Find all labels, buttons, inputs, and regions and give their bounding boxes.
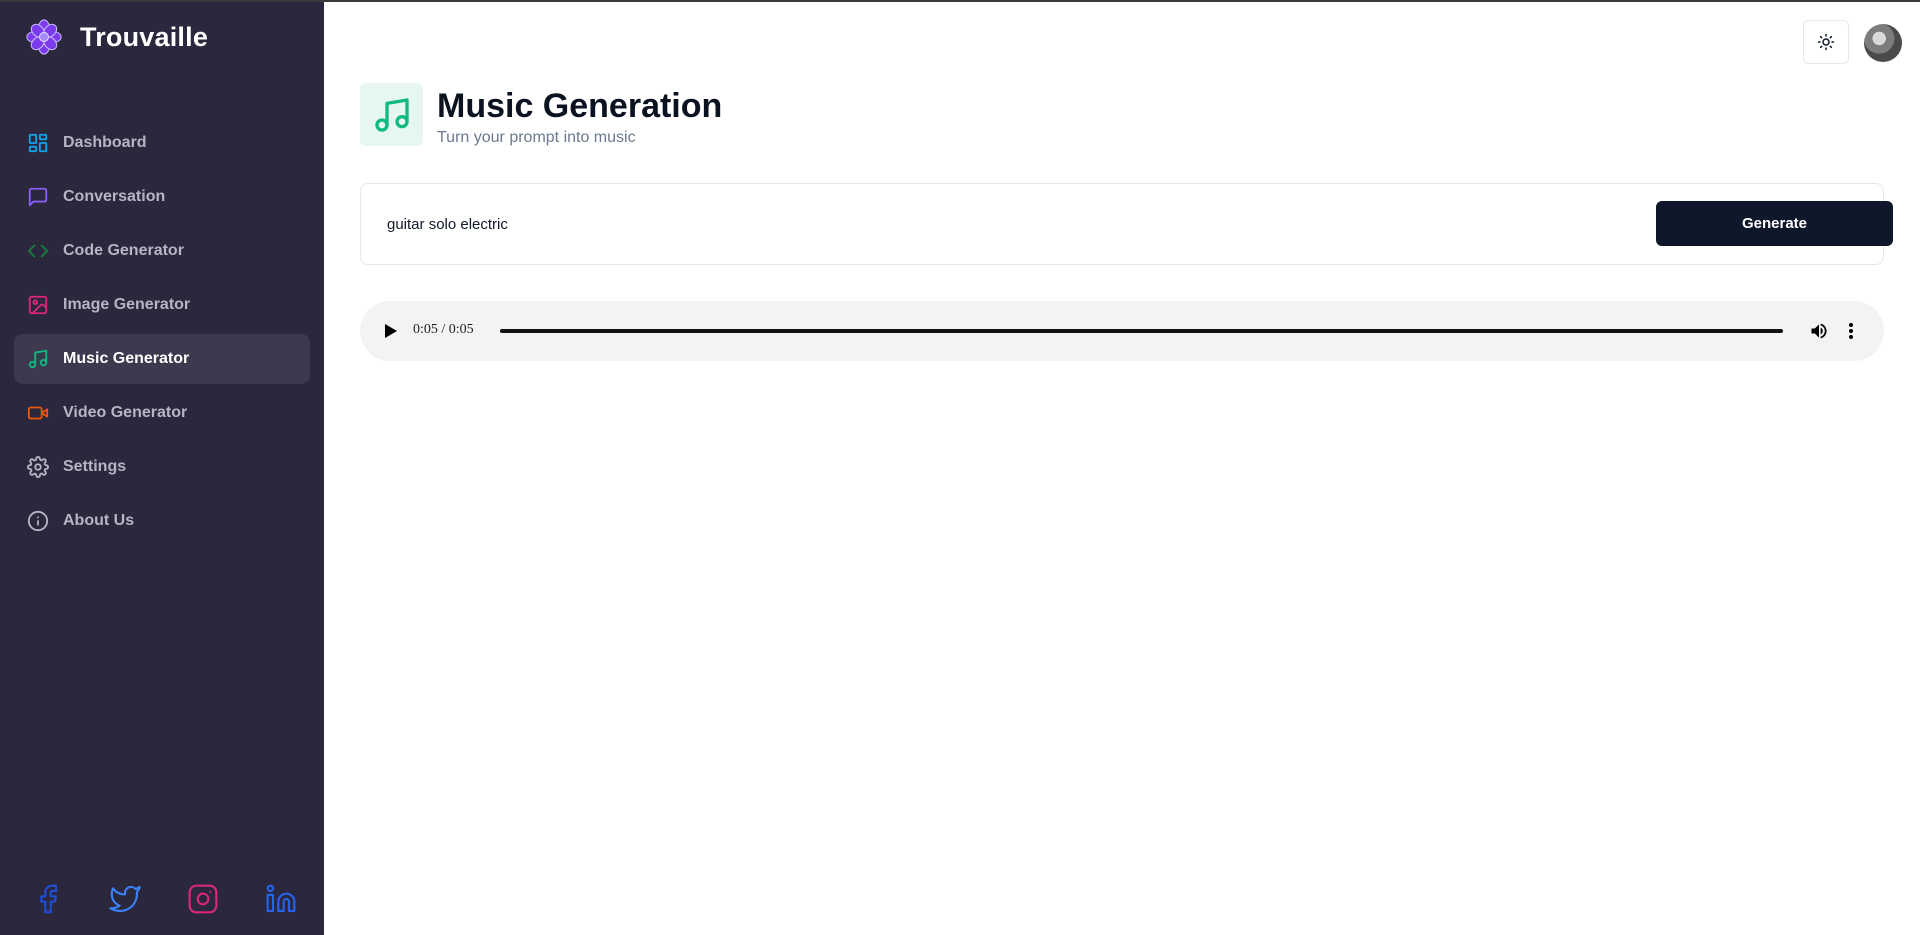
page-subtitle: Turn your prompt into music (437, 129, 636, 146)
twitter-icon[interactable] (108, 882, 142, 916)
audio-player: 0:05 / 0:05 (360, 301, 1884, 361)
theme-toggle-button[interactable] (1803, 20, 1849, 64)
volume-icon (1811, 323, 1827, 339)
time-separator: / (441, 322, 446, 337)
sidebar-nav: Dashboard Conversation Code Generator Im… (14, 118, 310, 550)
time-display: 0:05 / 0:05 (413, 322, 474, 338)
info-icon (27, 510, 49, 532)
sidebar-item-label: Code Generator (63, 242, 184, 259)
main-content: Music Generation Turn your prompt into m… (324, 0, 1920, 935)
video-icon (27, 402, 49, 424)
prompt-input[interactable] (387, 206, 1587, 242)
sidebar-item-music-generator[interactable]: Music Generator (14, 334, 310, 384)
linkedin-icon[interactable] (264, 882, 298, 916)
more-vertical-icon (1849, 323, 1853, 339)
dashboard-icon (27, 132, 49, 154)
social-links (0, 876, 324, 924)
page-heading: Music Generation Turn your prompt into m… (360, 83, 722, 147)
sidebar-item-label: About Us (63, 512, 135, 529)
sidebar-item-settings[interactable]: Settings (14, 442, 310, 492)
window-top-border (0, 0, 1920, 2)
sidebar: Trouvaille Dashboard Conversation Code G… (0, 0, 324, 935)
audio-progress-fill (500, 329, 1783, 333)
volume-button[interactable] (1807, 319, 1831, 343)
prompt-form: Generate (360, 183, 1893, 265)
gear-icon (27, 456, 49, 478)
image-icon (27, 294, 49, 316)
facebook-icon[interactable] (31, 882, 65, 916)
sidebar-item-label: Dashboard (63, 134, 147, 151)
brand-name: Trouvaille (80, 21, 209, 52)
sidebar-item-video-generator[interactable]: Video Generator (14, 388, 310, 438)
sidebar-item-label: Image Generator (63, 296, 191, 313)
brand[interactable]: Trouvaille (26, 18, 208, 56)
generate-button[interactable]: Generate (1656, 201, 1893, 246)
sidebar-item-conversation[interactable]: Conversation (14, 172, 310, 222)
music-icon (27, 348, 49, 370)
play-button[interactable] (380, 320, 402, 342)
music-icon (374, 97, 409, 132)
message-square-icon (27, 186, 49, 208)
user-avatar[interactable] (1864, 24, 1902, 62)
page-title: Music Generation (437, 87, 723, 125)
code-icon (27, 240, 49, 262)
play-icon (385, 324, 397, 338)
audio-progress-bar[interactable] (500, 329, 1783, 333)
brand-logo-icon (26, 19, 62, 55)
sidebar-item-dashboard[interactable]: Dashboard (14, 118, 310, 168)
more-options-button[interactable] (1844, 319, 1858, 343)
duration: 0:05 (448, 322, 474, 337)
sidebar-item-label: Conversation (63, 188, 166, 205)
sidebar-item-label: Video Generator (63, 404, 188, 421)
instagram-icon[interactable] (186, 882, 220, 916)
sidebar-item-label: Music Generator (63, 350, 190, 367)
sidebar-item-image-generator[interactable]: Image Generator (14, 280, 310, 330)
sidebar-item-label: Settings (63, 458, 127, 475)
sun-icon (1817, 33, 1835, 51)
sidebar-item-about-us[interactable]: About Us (14, 496, 310, 546)
current-time: 0:05 (413, 322, 438, 337)
sidebar-item-code-generator[interactable]: Code Generator (14, 226, 310, 276)
heading-icon-box (360, 83, 423, 146)
